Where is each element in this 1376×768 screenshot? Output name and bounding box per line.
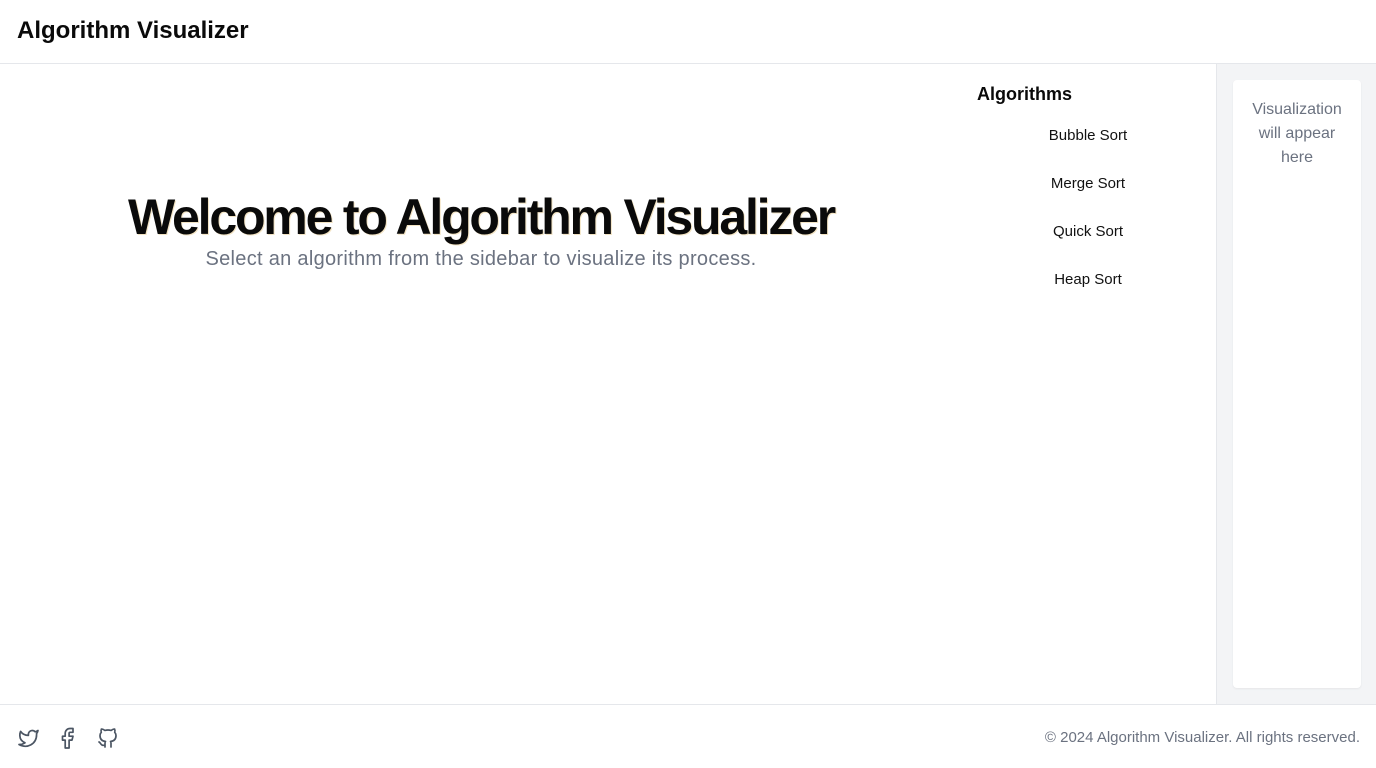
github-icon[interactable] [96, 726, 120, 750]
social-links [16, 726, 120, 750]
app-header: Algorithm Visualizer [0, 0, 1376, 64]
welcome-section: Welcome to Algorithm Visualizer Select a… [0, 188, 962, 272]
welcome-title: Welcome to Algorithm Visualizer [127, 189, 836, 245]
visualization-placeholder: Visualization will appear here [1252, 101, 1342, 166]
algorithm-bubble-sort[interactable]: Bubble Sort [1009, 120, 1167, 168]
facebook-icon[interactable] [56, 726, 80, 750]
algorithm-merge-sort[interactable]: Merge Sort [1009, 168, 1167, 216]
algorithms-heading: Algorithms [977, 84, 1073, 104]
visualization-panel: Visualization will appear here [1216, 64, 1376, 704]
algorithm-list: Bubble Sort Merge Sort Quick Sort Heap S… [1009, 120, 1167, 312]
visualization-card: Visualization will appear here [1233, 80, 1361, 688]
algorithm-quick-sort[interactable]: Quick Sort [1009, 216, 1167, 264]
main-content: Welcome to Algorithm Visualizer Select a… [0, 64, 1216, 704]
copyright-text: © 2024 Algorithm Visualizer. All rights … [1044, 729, 1360, 746]
twitter-icon[interactable] [16, 726, 40, 750]
app-title: Algorithm Visualizer [17, 17, 249, 44]
welcome-subtitle: Select an algorithm from the sidebar to … [205, 248, 757, 270]
app-footer: © 2024 Algorithm Visualizer. All rights … [0, 704, 1376, 768]
algorithm-heap-sort[interactable]: Heap Sort [1009, 264, 1167, 312]
